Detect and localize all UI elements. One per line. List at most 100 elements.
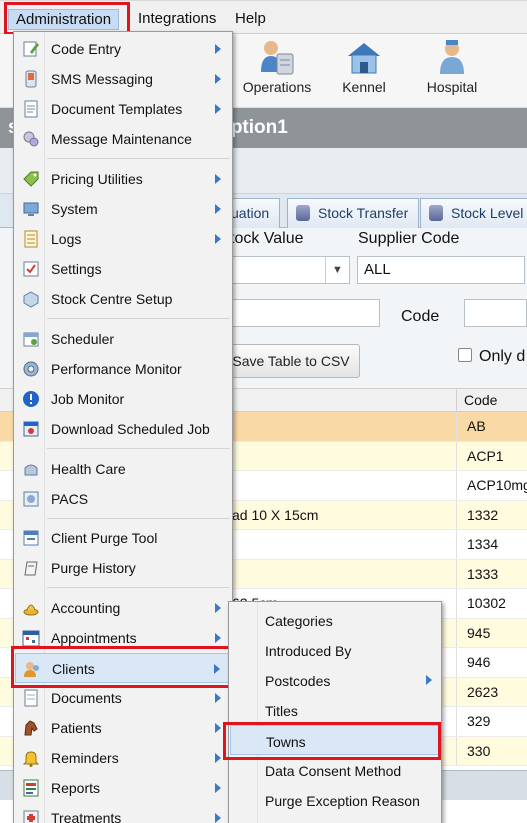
menu-item-purge-history[interactable]: Purge History <box>15 553 231 583</box>
menu-item-code-entry[interactable]: Code Entry <box>15 34 231 64</box>
menu-item-scheduler[interactable]: Scheduler <box>15 324 231 354</box>
menu-item-pricing-utilities[interactable]: Pricing Utilities <box>15 164 231 194</box>
menu-item-stock-centre-setup[interactable]: Stock Centre Setup <box>15 284 231 314</box>
table-cell-description: ad 10 X 15cm <box>232 506 319 523</box>
menu-item-client-purge-tool[interactable]: Client Purge Tool <box>15 523 231 553</box>
tab-stock-transfer[interactable]: Stock Transfer <box>287 198 420 228</box>
menu-item-performance-monitor[interactable]: Performance Monitor <box>15 354 231 384</box>
menu-item-documents[interactable]: Documents <box>15 683 231 713</box>
submenu-item-postcodes[interactable]: Postcodes <box>230 665 440 695</box>
sms-icon <box>22 70 40 88</box>
save-table-csv-button[interactable]: Save Table to CSV <box>222 344 360 378</box>
submenu-item-titles[interactable]: Titles <box>230 695 440 725</box>
menu-administration[interactable]: Administration <box>8 9 120 30</box>
hospital-label: Hospital <box>426 79 478 95</box>
patients-icon <box>22 719 40 737</box>
menu-item-job-monitor[interactable]: Job Monitor <box>15 384 231 414</box>
menu-item-document-templates[interactable]: Document Templates <box>15 94 231 124</box>
clients-submenu: Categories Introduced By Postcodes Title… <box>228 601 442 823</box>
table-cell-code: 2623 <box>467 683 499 700</box>
chevron-down-icon[interactable]: ▼ <box>325 257 349 283</box>
code-input[interactable] <box>464 299 527 327</box>
menu-item-settings[interactable]: Settings <box>15 254 231 284</box>
table-cell-code: 945 <box>467 624 491 641</box>
kennel-label: Kennel <box>342 79 386 95</box>
hospital-button[interactable]: Hospital <box>407 38 497 95</box>
menu-item-sms-messaging[interactable]: SMS Messaging <box>15 64 231 94</box>
stock-transfer-icon <box>296 205 310 221</box>
menubar: Administration Integrations Help <box>0 0 527 34</box>
treatments-icon <box>22 809 40 823</box>
pricing-utilities-icon <box>22 170 40 188</box>
table-cell-code: 1332 <box>467 506 499 523</box>
menu-item-message-maintenance[interactable]: Message Maintenance <box>15 124 231 154</box>
menu-item-download-scheduled-job[interactable]: Download Scheduled Job <box>15 414 231 444</box>
administration-menu: Code Entry SMS Messaging Document Templa… <box>13 31 233 823</box>
supplier-code-value: ALL <box>364 261 391 278</box>
code-entry-icon <box>22 40 40 58</box>
health-care-icon <box>22 460 40 478</box>
download-job-icon <box>22 420 40 438</box>
tab-stock-level-label: Stock Level <box>451 205 524 221</box>
menu-item-system[interactable]: System <box>15 194 231 224</box>
description-input[interactable] <box>222 299 380 327</box>
table-cell-code: 10302 <box>467 595 506 611</box>
hospital-icon <box>432 38 472 76</box>
submenu-arrow-icon <box>215 813 221 823</box>
menu-item-reports[interactable]: Reports <box>15 773 231 803</box>
stock-level-icon <box>429 205 443 221</box>
table-cell-code: 1333 <box>467 565 499 582</box>
submenu-arrow-icon <box>214 664 220 674</box>
tab-valuation-label: uation <box>231 205 270 221</box>
submenu-arrow-icon <box>215 723 221 733</box>
kennel-button[interactable]: Kennel <box>319 38 409 95</box>
documents-icon <box>22 689 40 707</box>
supplier-code-input[interactable]: ALL <box>357 256 525 284</box>
submenu-arrow-icon <box>215 44 221 54</box>
stock-value-select[interactable]: ▼ <box>222 256 350 284</box>
submenu-arrow-icon <box>215 633 221 643</box>
menu-integrations[interactable]: Integrations <box>131 10 223 28</box>
menu-item-accounting[interactable]: Accounting <box>15 593 231 623</box>
stock-centre-icon <box>22 290 40 308</box>
accounting-icon <box>22 599 40 617</box>
table-cell-code: AB <box>467 418 486 434</box>
menu-item-treatments[interactable]: Treatments <box>15 803 231 823</box>
submenu-arrow-icon <box>215 234 221 244</box>
only-label: Only d <box>479 348 526 365</box>
operations-button[interactable]: Operations <box>232 38 322 95</box>
submenu-arrow-icon <box>215 204 221 214</box>
submenu-item-towns[interactable]: Towns <box>230 725 440 755</box>
submenu-item-purge-exception-reason[interactable]: Purge Exception Reason <box>230 785 440 815</box>
submenu-item-data-consent-method[interactable]: Data Consent Method <box>230 755 440 785</box>
menu-item-clients[interactable]: Clients <box>15 653 231 683</box>
submenu-item-categories[interactable]: Categories <box>230 605 440 635</box>
menu-item-pacs[interactable]: PACS <box>15 484 231 514</box>
job-monitor-icon <box>22 390 40 408</box>
menu-item-health-care[interactable]: Health Care <box>15 454 231 484</box>
menu-item-patients[interactable]: Patients <box>15 713 231 743</box>
menu-item-logs[interactable]: Logs <box>15 224 231 254</box>
table-cell-code: 946 <box>467 654 491 670</box>
document-template-icon <box>22 100 40 118</box>
tab-stock-level[interactable]: Stock Level <box>420 198 527 228</box>
submenu-item-introduced-by[interactable]: Introduced By <box>230 635 440 665</box>
table-cell-code: 329 <box>467 713 491 729</box>
pacs-icon <box>22 490 40 508</box>
system-icon <box>22 200 40 218</box>
menu-item-reminders[interactable]: Reminders <box>15 743 231 773</box>
only-checkbox[interactable] <box>458 348 472 362</box>
submenu-arrow-icon <box>215 104 221 114</box>
menu-item-appointments[interactable]: Appointments <box>15 623 231 653</box>
purge-history-icon <box>22 559 40 577</box>
submenu-arrow-icon <box>215 753 221 763</box>
menu-help[interactable]: Help <box>228 10 273 28</box>
table-cell-code: 330 <box>467 742 491 759</box>
column-header-code[interactable]: Code <box>464 392 497 408</box>
client-purge-icon <box>22 529 40 547</box>
logs-icon <box>22 230 40 248</box>
table-cell-code: 1334 <box>467 536 499 552</box>
table-cell-code: ACP1 <box>467 447 504 464</box>
reminders-icon <box>22 749 40 767</box>
clients-icon <box>23 660 41 678</box>
